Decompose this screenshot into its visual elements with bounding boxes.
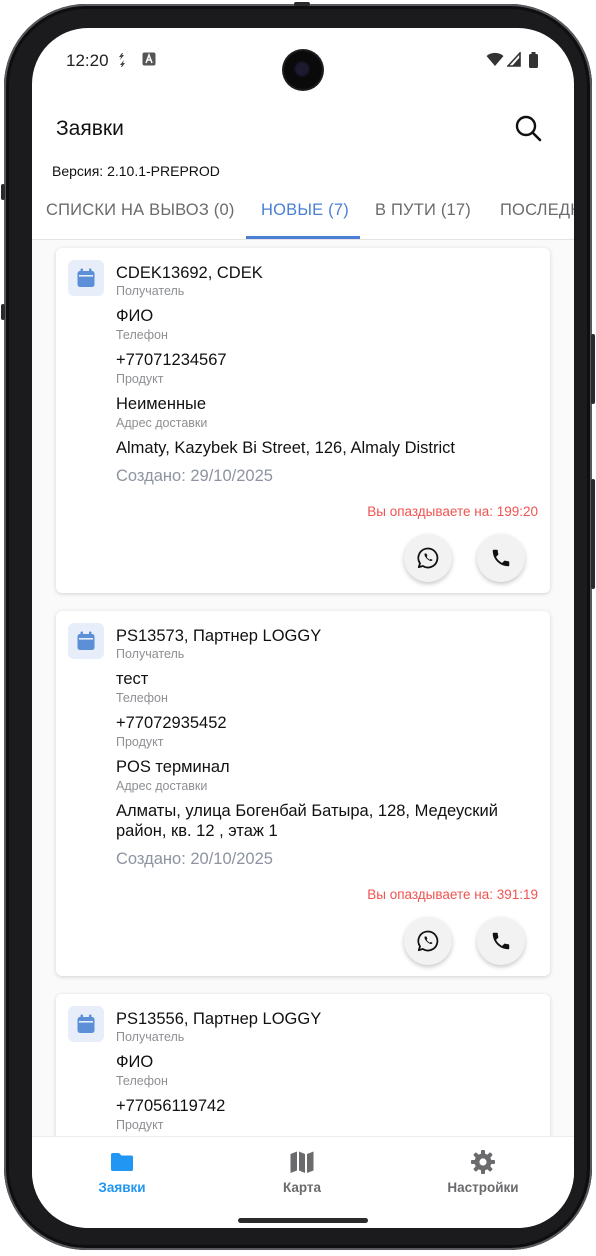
tab-new[interactable]: НОВЫЕ (7) <box>261 201 349 220</box>
phone-label: Телефон <box>116 691 168 705</box>
gear-icon <box>471 1150 495 1174</box>
folder-icon <box>111 1153 133 1171</box>
calendar-icon-box <box>68 260 104 296</box>
recipient-label: Получатель <box>116 647 185 661</box>
product-label: Продукт <box>116 372 164 386</box>
calendar-icon <box>77 268 95 287</box>
recipient-value: тест <box>116 670 149 688</box>
tab-indicator <box>246 236 360 239</box>
whatsapp-button[interactable] <box>404 917 452 965</box>
product-value: POS терминал <box>116 758 230 776</box>
recipient-label: Получатель <box>116 284 185 298</box>
order-card[interactable]: CDEK13692, CDEK Получатель ФИО Телефон +… <box>56 248 550 593</box>
nav-label: Заявки <box>98 1180 146 1195</box>
wifi-icon <box>486 52 504 66</box>
address-label: Адрес доставки <box>116 416 208 430</box>
nav-label: Настройки <box>447 1180 519 1195</box>
call-button[interactable] <box>477 534 525 582</box>
status-time: 12:20 <box>66 51 109 70</box>
phone-icon <box>492 932 510 950</box>
created-date: Создано: 29/10/2025 <box>116 467 273 485</box>
front-camera <box>284 51 322 89</box>
product-label: Продукт <box>116 735 164 749</box>
screen: 12:20 Заявки Версия: 2.10.1-PREPROD СПИС… <box>32 28 574 1228</box>
bottom-navigation: Заявки Карта Настройки <box>32 1136 574 1228</box>
calendar-icon <box>77 1014 95 1033</box>
side-button <box>1 184 5 200</box>
map-icon <box>290 1151 314 1173</box>
home-indicator[interactable] <box>238 1218 368 1223</box>
tab-in-transit[interactable]: В ПУТИ (17) <box>375 201 471 220</box>
tab-pickup-lists[interactable]: СПИСКИ НА ВЫВОЗ (0) <box>46 201 235 220</box>
late-warning: Вы опаздываете на: 391:19 <box>367 887 538 902</box>
whatsapp-button[interactable] <box>404 534 452 582</box>
version-label: Версия: 2.10.1-PREPROD <box>52 163 220 179</box>
order-title: PS13573, Партнер LOGGY <box>116 627 322 645</box>
recipient-label: Получатель <box>116 1030 185 1044</box>
order-title: CDEK13692, CDEK <box>116 264 263 282</box>
phone-value: +77071234567 <box>116 351 227 369</box>
page-title: Заявки <box>56 117 124 140</box>
address-label: Адрес доставки <box>116 779 208 793</box>
late-warning: Вы опаздываете на: 199:20 <box>367 504 538 519</box>
order-details: PS13573, Партнер LOGGY Получатель тест Т… <box>116 626 540 869</box>
order-details: CDEK13692, CDEK Получатель ФИО Телефон +… <box>116 263 540 486</box>
order-card[interactable]: PS13556, Партнер LOGGY Получатель ФИО Те… <box>56 994 550 1137</box>
calendar-icon-box <box>68 623 104 659</box>
created-date: Создано: 20/10/2025 <box>116 850 273 868</box>
product-label: Продукт <box>116 1118 164 1132</box>
tab-bar: СПИСКИ НА ВЫВОЗ (0) НОВЫЕ (7) В ПУТИ (17… <box>32 188 574 240</box>
recipient-value: ФИО <box>116 307 154 325</box>
nav-requests[interactable]: Заявки <box>62 1149 182 1195</box>
whatsapp-icon <box>417 547 439 569</box>
sync-icon <box>119 53 125 67</box>
phone-label: Телефон <box>116 328 168 342</box>
phone-value: +77056119742 <box>116 1097 226 1115</box>
keyboard-a-icon <box>142 52 156 66</box>
address-value: Алматы, улица Богенбай Батыра, 128, Меде… <box>116 802 498 840</box>
top-mic <box>294 2 310 6</box>
address-value: Almaty, Kazybek Bi Street, 126, Almaly D… <box>116 439 455 457</box>
order-card[interactable]: PS13573, Партнер LOGGY Получатель тест Т… <box>56 611 550 976</box>
power-button <box>591 479 595 589</box>
nav-label: Карта <box>282 1180 322 1195</box>
order-details: PS13556, Партнер LOGGY Получатель ФИО Те… <box>116 1009 540 1132</box>
tab-last[interactable]: ПОСЛЕДН <box>500 201 574 220</box>
call-button[interactable] <box>477 917 525 965</box>
side-button <box>1 304 5 320</box>
search-icon <box>515 115 542 142</box>
phone-value: +77072935452 <box>116 714 227 732</box>
search-button[interactable] <box>512 112 546 146</box>
nav-map[interactable]: Карта <box>242 1149 362 1195</box>
order-title: PS13556, Партнер LOGGY <box>116 1010 322 1028</box>
battery-icon <box>529 52 538 68</box>
product-value: Неименные <box>116 395 207 413</box>
nav-settings[interactable]: Настройки <box>423 1149 543 1195</box>
calendar-icon <box>77 631 95 650</box>
phone-frame: 12:20 Заявки Версия: 2.10.1-PREPROD СПИС… <box>1 2 595 1250</box>
phone-label: Телефон <box>116 1074 168 1088</box>
whatsapp-icon <box>417 930 439 952</box>
recipient-value: ФИО <box>116 1053 154 1071</box>
orders-list[interactable]: CDEK13692, CDEK Получатель ФИО Телефон +… <box>32 240 574 1137</box>
signal-icon <box>507 52 521 67</box>
calendar-icon-box <box>68 1006 104 1042</box>
volume-button <box>591 334 595 404</box>
phone-icon <box>492 549 510 567</box>
